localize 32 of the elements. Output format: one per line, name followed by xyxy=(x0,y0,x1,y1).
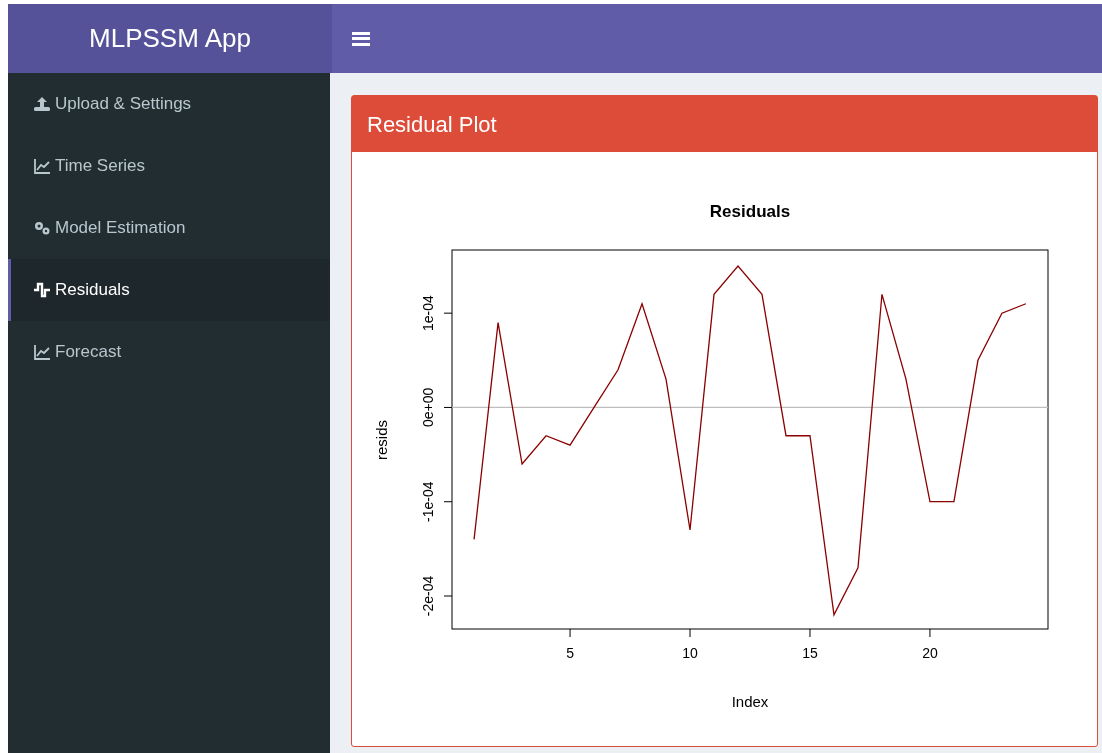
sidebar-item[interactable]: Model Estimation xyxy=(8,197,330,259)
chart-title: Residuals xyxy=(709,202,791,221)
x-tick xyxy=(929,628,931,638)
upload-icon xyxy=(33,96,51,112)
line-chart-icon xyxy=(33,158,51,174)
y-tick xyxy=(443,501,453,503)
x-tick xyxy=(689,628,691,638)
gears-icon xyxy=(33,220,51,236)
sidebar-item[interactable]: Upload & Settings xyxy=(8,73,330,135)
y-tick xyxy=(443,406,453,408)
y-tick-label: 0e+00 xyxy=(420,387,436,428)
x-tick-label: 5 xyxy=(566,645,574,661)
x-tick xyxy=(569,628,571,638)
x-axis-label: Index xyxy=(731,693,769,710)
line-chart-icon xyxy=(33,344,51,360)
y-tick-label: -1e-04 xyxy=(420,481,436,522)
card-title: Residual Plot xyxy=(367,110,497,139)
app-logo: MLPSSM App xyxy=(8,4,332,73)
y-tick-label: 1e-04 xyxy=(420,295,436,332)
x-tick-label: 10 xyxy=(682,645,698,661)
y-tick xyxy=(443,312,453,314)
menu-icon[interactable] xyxy=(352,30,372,47)
sidebar-item[interactable]: Residuals xyxy=(8,259,330,321)
x-tick-label: 20 xyxy=(922,645,938,661)
y-tick xyxy=(443,595,453,597)
sidebar-item[interactable]: Time Series xyxy=(8,135,330,197)
square-wave-icon xyxy=(33,282,51,298)
x-tick xyxy=(809,628,811,638)
sidebar-item[interactable]: Forecast xyxy=(8,321,330,383)
x-tick-label: 15 xyxy=(802,645,818,661)
y-tick-label: -2e-04 xyxy=(420,575,436,617)
y-axis-label: resids xyxy=(373,420,390,460)
